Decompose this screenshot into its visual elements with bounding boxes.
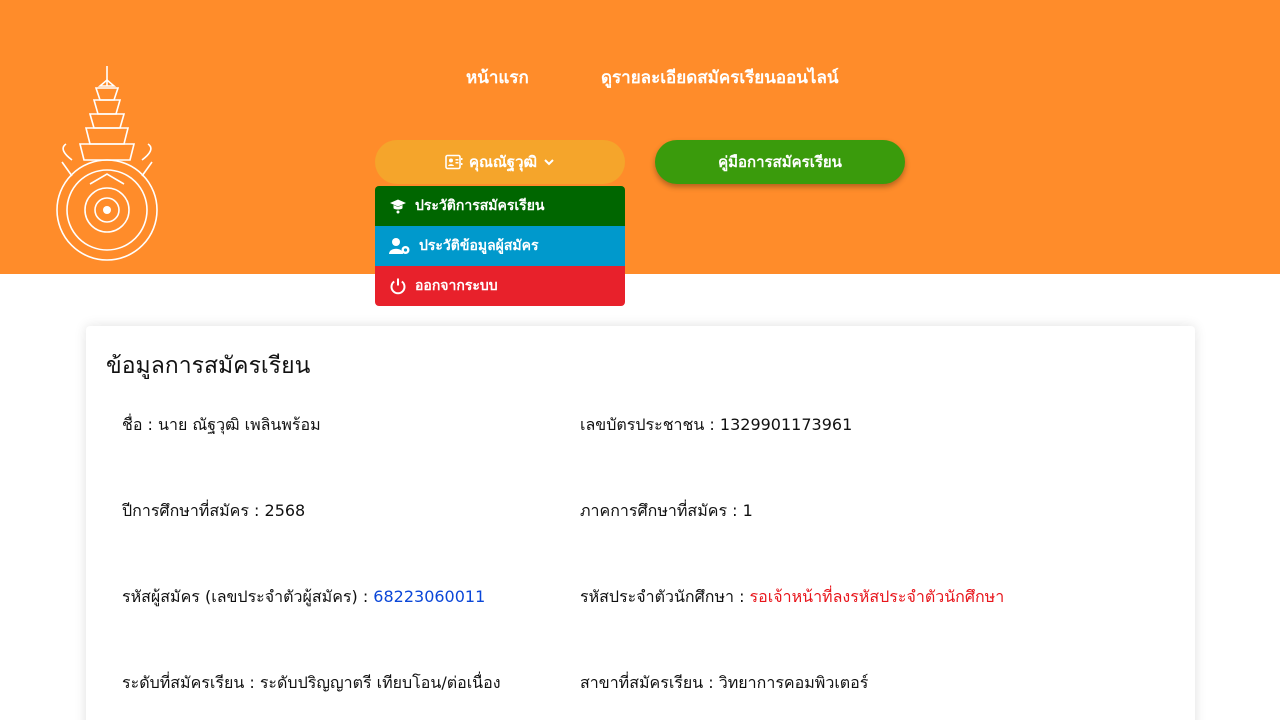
field-citizen-id-value: 1329901173961 xyxy=(719,415,853,434)
id-card-icon xyxy=(445,154,463,170)
manual-button-label: คู่มือการสมัครเรียน xyxy=(718,153,842,171)
field-year-label: ปีการศึกษาที่สมัคร : xyxy=(122,501,265,520)
field-name-value: นาย ณัฐวุฒิ เพลินพร้อม xyxy=(158,415,321,434)
field-major-value: วิทยาการคอมพิวเตอร์ xyxy=(718,673,869,692)
field-applicant-code: รหัสผู้สมัคร (เลขประจำตัวผู้สมัคร) : 682… xyxy=(122,585,485,610)
header: หน้าแรก ดูรายละเอียดสมัครเรียนออนไลน์ คุ… xyxy=(0,0,1280,274)
menu-item-profile-label: ประวัติข้อมูลผู้สมัคร xyxy=(419,238,539,254)
field-citizen-id-label: เลขบัตรประชาชน : xyxy=(580,415,720,434)
field-applicant-code-value: 68223060011 xyxy=(373,587,486,606)
field-major-label: สาขาที่สมัครเรียน : xyxy=(580,673,719,692)
university-emblem-icon xyxy=(56,66,158,261)
menu-item-history-label: ประวัติการสมัครเรียน xyxy=(415,198,545,214)
nav-details-link[interactable]: ดูรายละเอียดสมัครเรียนออนไลน์ xyxy=(601,64,839,91)
user-dropdown-menu: ประวัติการสมัครเรียน ประวัติข้อมูลผู้สมั… xyxy=(375,186,625,306)
field-level-label: ระดับที่สมัครเรียน : xyxy=(122,673,260,692)
field-citizen-id: เลขบัตรประชาชน : 1329901173961 xyxy=(580,413,852,438)
menu-item-history[interactable]: ประวัติการสมัครเรียน xyxy=(375,186,625,226)
user-gear-icon xyxy=(389,237,411,255)
field-year: ปีการศึกษาที่สมัคร : 2568 xyxy=(122,499,305,524)
field-student-code-value: รอเจ้าหน้าที่ลงรหัสประจำตัวนักศึกษา xyxy=(749,587,1005,606)
field-student-code-label: รหัสประจำตัวนักศึกษา : xyxy=(580,587,750,606)
field-level: ระดับที่สมัครเรียน : ระดับปริญญาตรี เทีย… xyxy=(122,671,501,696)
power-icon xyxy=(389,277,407,295)
field-semester-value: 1 xyxy=(742,501,753,520)
chevron-down-icon xyxy=(543,157,555,167)
field-applicant-code-label: รหัสผู้สมัคร (เลขประจำตัวผู้สมัคร) : xyxy=(122,587,374,606)
field-major: สาขาที่สมัครเรียน : วิทยาการคอมพิวเตอร์ xyxy=(580,671,868,696)
manual-button[interactable]: คู่มือการสมัครเรียน xyxy=(655,140,905,184)
user-menu-button[interactable]: คุณณัฐวุฒิ xyxy=(375,140,625,184)
field-student-code: รหัสประจำตัวนักศึกษา : รอเจ้าหน้าที่ลงรห… xyxy=(580,585,1004,610)
field-name: ชื่อ : นาย ณัฐวุฒิ เพลินพร้อม xyxy=(122,413,321,438)
graduation-cap-icon xyxy=(389,198,407,214)
field-level-value: ระดับปริญญาตรี เทียบโอน/ต่อเนื่อง xyxy=(259,673,501,692)
application-info-card: ข้อมูลการสมัครเรียน ชื่อ : นาย ณัฐวุฒิ เ… xyxy=(86,326,1195,720)
menu-item-logout-label: ออกจากระบบ xyxy=(415,278,498,294)
menu-item-profile[interactable]: ประวัติข้อมูลผู้สมัคร xyxy=(375,226,625,266)
field-name-label: ชื่อ : xyxy=(122,415,159,434)
user-menu-label: คุณณัฐวุฒิ xyxy=(468,153,538,171)
field-year-value: 2568 xyxy=(264,501,306,520)
field-semester: ภาคการศึกษาที่สมัคร : 1 xyxy=(580,499,753,524)
nav-home-link[interactable]: หน้าแรก xyxy=(466,64,529,91)
menu-item-logout[interactable]: ออกจากระบบ xyxy=(375,266,625,306)
card-title: ข้อมูลการสมัครเรียน xyxy=(106,353,311,379)
field-semester-label: ภาคการศึกษาที่สมัคร : xyxy=(580,501,743,520)
